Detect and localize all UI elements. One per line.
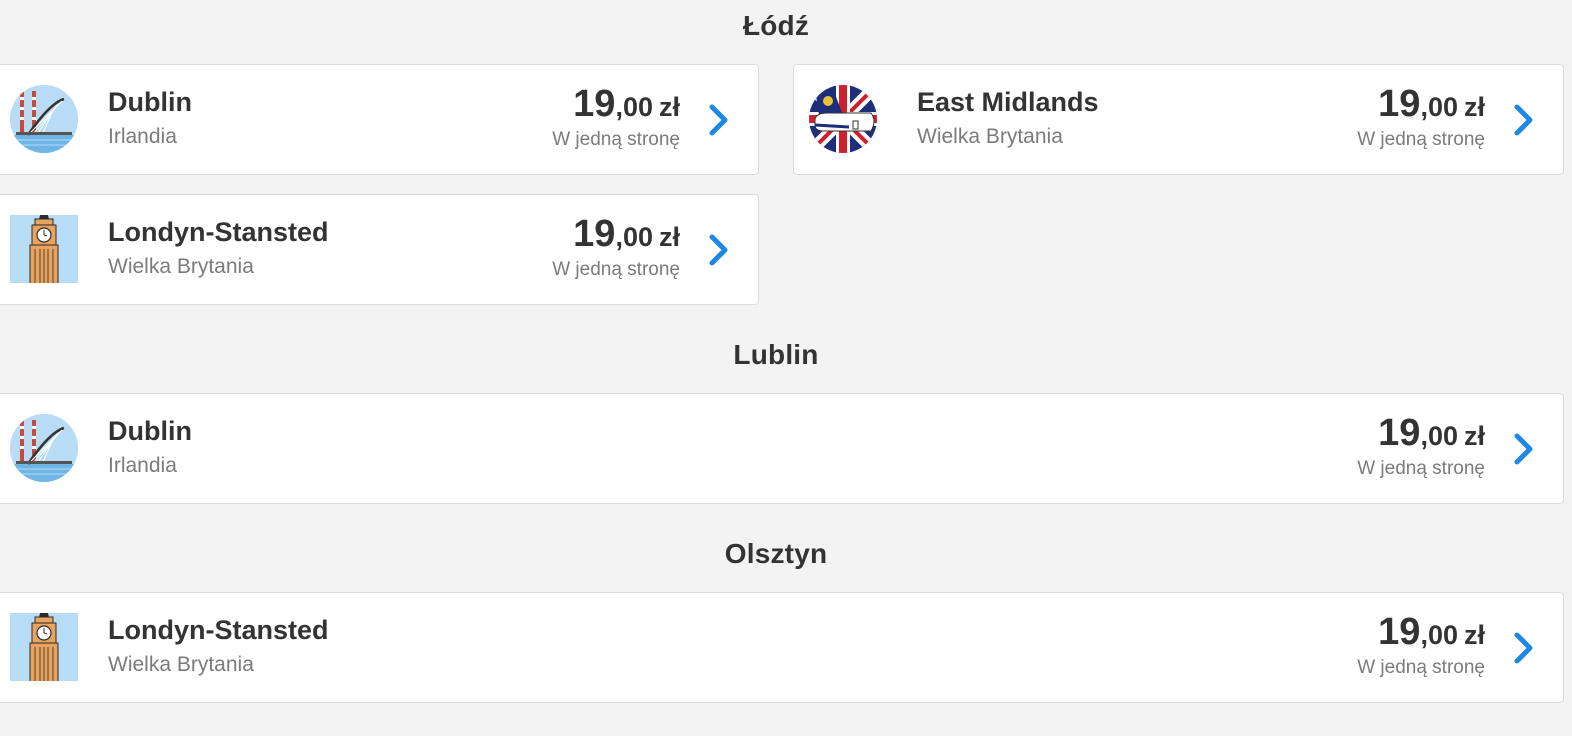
dublin-bridge-icon — [10, 414, 78, 482]
price: 19,00 zł — [1378, 611, 1485, 653]
trip-type-label: W jedną stronę — [1357, 129, 1485, 150]
chevron-right-icon[interactable] — [1513, 103, 1535, 137]
price: 19,00 zł — [1378, 83, 1485, 125]
section-heading-lodz: Łódź — [742, 10, 810, 41]
trip-type-label: W jedną stronę — [1357, 657, 1485, 678]
flight-card-lodz-east-midlands[interactable]: East Midlands Wielka Brytania 19,00 zł W … — [793, 64, 1564, 175]
price: 19,00 zł — [573, 83, 680, 125]
flight-card-olsztyn-london-stansted[interactable]: Londyn-Stansted Wielka Brytania 19,00 zł … — [0, 592, 1564, 703]
section-heading-lublin: Lublin — [733, 339, 819, 370]
destination-city: Dublin — [108, 87, 192, 117]
chevron-right-icon[interactable] — [708, 103, 730, 137]
destination-country: Wielka Brytania — [108, 255, 254, 278]
destination-country: Irlandia — [108, 454, 177, 477]
price: 19,00 zł — [1378, 412, 1485, 454]
destination-city: Londyn-Stansted — [108, 217, 329, 247]
destination-country: Irlandia — [108, 125, 177, 148]
flight-card-lodz-london-stansted[interactable]: Londyn-Stansted Wielka Brytania 19,00 zł … — [0, 194, 759, 305]
big-ben-icon — [10, 203, 78, 283]
dublin-bridge-icon — [10, 85, 78, 153]
chevron-right-icon[interactable] — [708, 233, 730, 267]
trip-type-label: W jedną stronę — [552, 129, 680, 150]
destination-city: Dublin — [108, 416, 192, 446]
flight-card-lublin-dublin[interactable]: Dublin Irlandia 19,00 zł W jedną stronę — [0, 393, 1564, 504]
destination-city: East Midlands — [917, 87, 1099, 117]
destination-city: Londyn-Stansted — [108, 615, 329, 645]
section-heading-olsztyn: Olsztyn — [724, 538, 828, 569]
trip-type-label: W jedną stronę — [552, 259, 680, 280]
chevron-right-icon[interactable] — [1513, 631, 1535, 665]
destination-country: Wielka Brytania — [108, 653, 254, 676]
trip-type-label: W jedną stronę — [1357, 458, 1485, 479]
ryanair-plane-union-jack-icon — [809, 85, 877, 153]
price: 19,00 zł — [573, 213, 680, 255]
flight-card-lodz-dublin[interactable]: Dublin Irlandia 19,00 zł W jedną stronę — [0, 64, 759, 175]
destination-country: Wielka Brytania — [917, 125, 1063, 148]
big-ben-icon — [10, 601, 78, 681]
chevron-right-icon[interactable] — [1513, 432, 1535, 466]
